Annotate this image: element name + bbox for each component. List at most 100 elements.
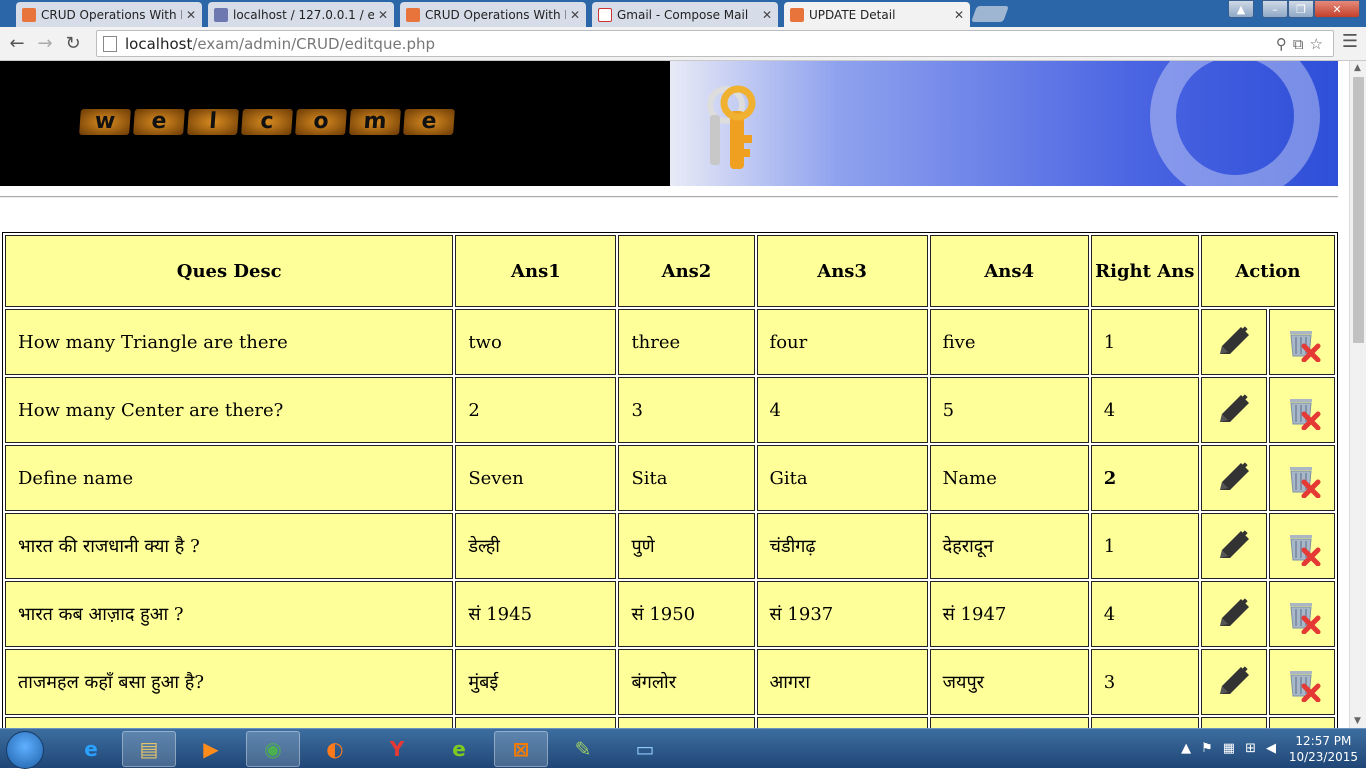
browser-tab-3[interactable]: CRUD Operations With PH ✕	[400, 2, 586, 27]
header-ans4: Ans4	[929, 235, 1089, 307]
back-arrow-icon[interactable]: ←	[6, 32, 28, 54]
ans4-cell: Name	[929, 445, 1089, 511]
questions-table: Ques Desc Ans1 Ans2 Ans3 Ans4 Right Ans …	[2, 232, 1338, 728]
trash-delete-icon	[1289, 331, 1321, 362]
action-center-icon[interactable]: ⚑	[1201, 741, 1213, 756]
xampp-icon	[22, 7, 36, 22]
delete-button[interactable]	[1268, 377, 1335, 443]
system-clock[interactable]: 12:57 PM 10/23/2015	[1289, 733, 1358, 765]
empty-cell	[618, 717, 755, 728]
close-tab-icon[interactable]: ✕	[570, 8, 580, 22]
windows-flag-icon[interactable]: ⊞	[1245, 741, 1256, 756]
scrollbar-thumb[interactable]	[1353, 77, 1364, 343]
reload-icon[interactable]: ↻	[62, 32, 84, 54]
ans2-cell: पुणे	[618, 513, 755, 579]
zoom-icon[interactable]: ⚲	[1276, 35, 1287, 53]
delete-button[interactable]	[1268, 309, 1335, 375]
edit-button[interactable]	[1200, 649, 1267, 715]
ans4-cell: five	[929, 309, 1089, 375]
browser-tab-4[interactable]: Gmail - Compose Mail ✕	[592, 2, 778, 27]
chrome-menu-icon[interactable]: ☰	[1342, 31, 1358, 52]
minimize-button[interactable]: –	[1262, 0, 1288, 18]
pencil-icon	[1219, 530, 1249, 558]
ans4-cell: 5	[929, 377, 1089, 443]
page-icon	[103, 35, 117, 52]
browser-tab-1[interactable]: CRUD Operations With PH ✕	[16, 2, 202, 27]
media-player-icon[interactable]: ▶	[184, 731, 238, 767]
new-tab-button[interactable]	[971, 6, 1009, 22]
pencil-icon	[1219, 666, 1249, 694]
trash-delete-icon	[1289, 535, 1321, 566]
firefox-icon[interactable]: ◐	[308, 731, 362, 767]
xampp-icon	[406, 7, 420, 22]
browser-e-icon[interactable]: e	[432, 731, 486, 767]
table-row: How many Center are there? 2 3 4 5 4	[5, 377, 1335, 443]
browser-tab-2[interactable]: localhost / 127.0.0.1 / exa ✕	[208, 2, 394, 27]
volume-icon[interactable]: ◀	[1266, 741, 1276, 756]
divider	[0, 196, 1338, 198]
ans3-cell: आगरा	[756, 649, 928, 715]
header-ans2: Ans2	[618, 235, 755, 307]
keys-banner	[670, 61, 1338, 186]
chrome-icon[interactable]: ◉	[246, 731, 300, 767]
translate-icon[interactable]: ⧉	[1293, 35, 1304, 53]
header-ans3: Ans3	[756, 235, 928, 307]
delete-button[interactable]	[1268, 581, 1335, 647]
delete-button[interactable]	[1268, 445, 1335, 511]
close-window-button[interactable]: ✕	[1314, 0, 1360, 18]
ques-desc-cell: भारत कब आज़ाद हुआ ?	[5, 581, 454, 647]
edit-button[interactable]	[1200, 445, 1267, 511]
scroll-down-arrow-icon[interactable]: ▼	[1354, 716, 1361, 726]
ans1-cell: two	[455, 309, 617, 375]
xampp-taskbar-icon[interactable]: ⊠	[494, 731, 548, 767]
close-tab-icon[interactable]: ✕	[378, 8, 388, 22]
scroll-up-arrow-icon[interactable]: ▲	[1354, 63, 1361, 73]
right-ans-cell: 1	[1090, 309, 1199, 375]
close-tab-icon[interactable]: ✕	[954, 8, 964, 22]
welcome-text: w e l c o m e	[79, 109, 455, 135]
delete-button[interactable]	[1268, 513, 1335, 579]
edit-button[interactable]	[1200, 581, 1267, 647]
ques-desc-cell: Define name	[5, 445, 454, 511]
browser-tab-5-active[interactable]: UPDATE Detail ✕	[784, 2, 970, 27]
edit-button[interactable]	[1200, 377, 1267, 443]
maximize-button[interactable]: ❐	[1288, 0, 1314, 18]
empty-cell	[756, 717, 928, 728]
windows-taskbar: e ▤ ▶ ◉ ◐ Y e ⊠ ✎ ▭ ▲ ⚑ ▦ ⊞ ◀ 12:57 PM 1…	[0, 728, 1366, 769]
internet-explorer-icon[interactable]: e	[64, 731, 118, 767]
ques-desc-cell: How many Triangle are there	[5, 309, 454, 375]
pencil-icon	[1219, 326, 1249, 354]
bookmark-star-icon[interactable]: ☆	[1310, 35, 1323, 53]
edit-button[interactable]	[1200, 309, 1267, 375]
browser-toolbar: ← → ↻ localhost/exam/admin/CRUD/editque.…	[0, 27, 1366, 61]
photos-icon[interactable]: ▭	[618, 731, 672, 767]
delete-button[interactable]	[1268, 649, 1335, 715]
network-icon[interactable]: ▦	[1223, 741, 1235, 756]
ques-desc-cell: ताजमहल कहाँ बसा हुआ है?	[5, 649, 454, 715]
forward-arrow-icon[interactable]: →	[34, 32, 56, 54]
close-tab-icon[interactable]: ✕	[186, 8, 196, 22]
empty-cell	[929, 717, 1089, 728]
page-viewport: w e l c o m e Ques Desc Ans1 Ans2 Ans3 A…	[0, 61, 1349, 728]
table-row: भारत कब आज़ाद हुआ ? सं 1945 सं 1950 सं 1937…	[5, 581, 1335, 647]
trash-delete-icon	[1289, 399, 1321, 430]
start-button[interactable]	[6, 731, 44, 769]
address-bar[interactable]: localhost/exam/admin/CRUD/editque.php ⚲ …	[96, 30, 1334, 57]
browser-tab-strip: CRUD Operations With PH ✕ localhost / 12…	[0, 0, 1366, 27]
edit-button[interactable]	[1200, 513, 1267, 579]
trash-delete-icon	[1289, 603, 1321, 634]
header-ques-desc: Ques Desc	[5, 235, 454, 307]
user-icon[interactable]: ▲	[1228, 0, 1254, 18]
notepad-icon[interactable]: ✎	[556, 731, 610, 767]
show-hidden-icons[interactable]: ▲	[1181, 741, 1191, 756]
empty-cell	[1090, 717, 1199, 728]
yandex-icon[interactable]: Y	[370, 731, 424, 767]
ans4-cell: सं 1947	[929, 581, 1089, 647]
vertical-scrollbar[interactable]: ▲ ▼	[1349, 61, 1366, 728]
right-ans-cell: 3	[1090, 649, 1199, 715]
file-explorer-icon[interactable]: ▤	[122, 731, 176, 767]
empty-cell	[1200, 717, 1267, 728]
close-tab-icon[interactable]: ✕	[762, 8, 772, 22]
system-tray: ▲ ⚑ ▦ ⊞ ◀	[1181, 741, 1276, 756]
table-row: Define name Seven Sita Gita Name 2	[5, 445, 1335, 511]
